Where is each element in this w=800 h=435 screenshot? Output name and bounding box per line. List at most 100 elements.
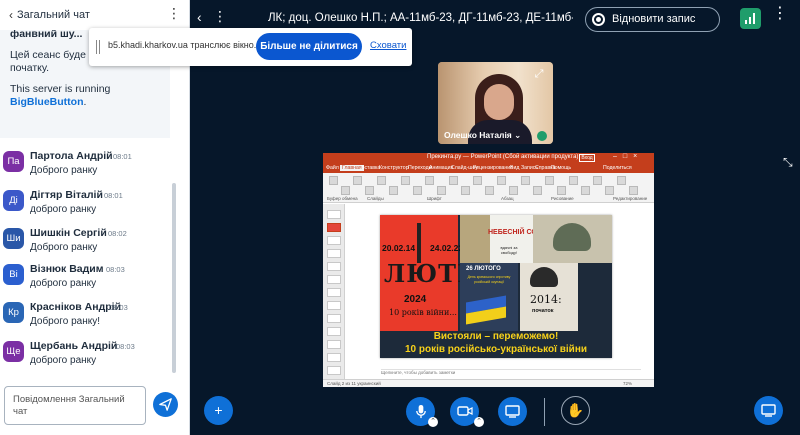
bottom-divider <box>544 398 545 426</box>
heavenly-hundred-image: НЕБЕСНІЙ СОТНІ вдячні за свободу! <box>460 215 548 263</box>
ppt-ribbon-button <box>617 176 626 185</box>
ppt-status-bar: Слайд 2 из 11 украинский 72% <box>323 379 654 387</box>
message-time: 08:02 <box>108 229 127 238</box>
ppt-tab: Анимация <box>429 165 454 171</box>
ppt-tab: Рецензирование <box>473 165 514 171</box>
message-author: Партола Андрій <box>30 150 113 162</box>
ppt-ribbon-tabs: Файл Главная Вставка Конструктор Переходы Ани… <box>323 164 654 173</box>
chat-scrollbar[interactable] <box>172 183 176 373</box>
ppt-zoom-level: 72% <box>623 381 633 386</box>
hide-banner-link[interactable]: Сховати <box>370 40 406 51</box>
raise-hand-button[interactable]: ✋ <box>561 396 590 425</box>
plus-icon: + <box>214 402 223 418</box>
ppt-window-title: Прекинта.ру — PowerPoint (Сбой активации… <box>427 154 579 160</box>
ppt-ribbon-group-label: Редактирование <box>613 196 648 201</box>
avatar[interactable]: Ще <box>3 341 24 362</box>
avatar[interactable]: Ши <box>3 228 24 249</box>
screen-share-icon <box>505 405 520 418</box>
ppt-tab: Конструктор <box>379 165 409 171</box>
year-2014-image: 2014: початок <box>520 263 578 331</box>
drag-handle-icon[interactable] <box>96 40 100 54</box>
stop-sharing-button[interactable]: Більше не ділитися <box>256 33 362 60</box>
ppt-slide-thumbnail <box>327 353 341 362</box>
ppt-ribbon-group-label: Слайды <box>367 196 384 201</box>
screen-share-banner: b5.khadi.kharkov.ua транслює вікно. Біль… <box>89 28 412 66</box>
chevron-left-icon[interactable]: ‹ <box>4 8 18 22</box>
avatar[interactable]: Кр <box>3 302 24 323</box>
ppt-titlebar: Прекинта.ру — PowerPoint (Сбой активации… <box>323 153 654 164</box>
welcome-server-text: This server is running <box>10 83 111 95</box>
avatar[interactable]: Ді <box>3 190 24 211</box>
heavenly-hundred-photo <box>460 215 490 263</box>
ppt-slide-thumbnail <box>327 366 341 375</box>
ppt-slide-thumbnail <box>327 288 341 297</box>
message-text: Доброго ранку! <box>30 316 100 327</box>
connection-status-icon[interactable] <box>740 8 761 29</box>
actions-button[interactable]: + <box>204 396 233 425</box>
ppt-ribbon-button <box>545 176 554 185</box>
message-text: Доброго ранку <box>30 242 98 253</box>
toggle-sidebar-icon[interactable]: ⋮ <box>213 8 227 25</box>
meeting-title: ЛК; доц. Олешко Н.П.; АА-11мб-23, ДГ-11м… <box>268 12 573 24</box>
ppt-ribbon-group-label: Шрифт <box>427 196 442 201</box>
ppt-tab: Файл <box>326 165 339 171</box>
message-author: Дігтяр Віталій <box>30 189 103 201</box>
presentation-slide: 20.02.14 24.02.22 ЛЮТИЙ 2024 10 років ві… <box>380 215 612 358</box>
message-author: Краснiков Андрiй <box>30 301 122 313</box>
record-icon <box>592 13 605 26</box>
bigbluebutton-link[interactable]: BigBlueButton <box>10 96 84 108</box>
message-author: Шишкін Сергій <box>30 227 107 239</box>
poster-year: 2024 <box>404 294 427 305</box>
pochatok-text: початок <box>532 308 554 314</box>
avatar[interactable]: Па <box>3 151 24 172</box>
chevron-up-icon[interactable]: ⌃ <box>474 417 484 427</box>
window-controls-icon: –□× <box>613 153 644 160</box>
slide-caption-line2: 10 років російсько-української війни <box>404 344 588 355</box>
message-time: 08:03 <box>109 303 128 312</box>
poster-date-left: 20.02.14 <box>382 243 416 253</box>
ppt-ribbon-button <box>449 176 458 185</box>
ppt-ribbon-button <box>329 176 338 185</box>
ppt-ribbon-button <box>533 186 542 195</box>
send-button[interactable] <box>153 392 178 417</box>
message-time: 08:01 <box>104 191 123 200</box>
ppt-ribbon-button <box>581 186 590 195</box>
ppt-ribbon-button <box>377 176 386 185</box>
ppt-ribbon-button <box>437 186 446 195</box>
ppt-ribbon-group-label: Буфер обмена <box>327 196 358 201</box>
resume-recording-button[interactable]: Відновити запис <box>585 7 720 32</box>
fullscreen-screen-icon[interactable]: ⤡ <box>783 155 793 170</box>
shared-screen: Прекинта.ру — PowerPoint (Сбой активации… <box>323 153 654 387</box>
chevron-up-icon[interactable]: ⌃ <box>428 417 438 427</box>
screen-share-button[interactable] <box>498 397 527 426</box>
avatar[interactable]: Ві <box>3 264 24 285</box>
send-icon <box>159 398 172 411</box>
ppt-ribbon-button <box>569 176 578 185</box>
webcam-name-text: Олешко Наталія <box>444 130 512 140</box>
crimea-date: 26 ЛЮТОГО <box>466 266 501 272</box>
chat-title: Загальний чат <box>17 9 90 21</box>
ppt-notes-pane: Щелкните, чтобы добавить заметки <box>381 369 641 377</box>
ppt-ribbon-group-label: Рисование <box>551 196 574 201</box>
raise-hand-icon: ✋ <box>566 402 585 418</box>
chat-message-input[interactable]: Повідомлення Загальний чат <box>4 386 146 425</box>
ppt-tab: Вид <box>510 165 520 171</box>
webcam-tile[interactable]: ⤢ Олешко Наталія ⌄ <box>438 62 553 144</box>
ppt-ribbon-button <box>521 176 530 185</box>
presentation-toggle-button[interactable] <box>754 396 783 425</box>
fullscreen-icon[interactable]: ⤢ <box>532 67 546 81</box>
ppt-tab: Поделиться <box>603 165 632 171</box>
poster-date-right: 24.02.22 <box>430 243 464 253</box>
helmet-shape-2 <box>530 267 558 287</box>
ppt-login-button: Вход <box>579 154 595 162</box>
webcam-user-name: Олешко Наталія ⌄ <box>444 130 522 140</box>
chevron-left-icon[interactable]: ‹ <box>197 9 202 25</box>
more-options-icon[interactable]: ⋮ <box>167 6 181 20</box>
ppt-slide-thumbnail <box>327 327 341 336</box>
options-menu-icon[interactable]: ⋮ <box>772 6 788 22</box>
ppt-slide-thumbnail <box>327 275 341 284</box>
message-time: 08:03 <box>116 342 135 351</box>
year-2014-text: 2014: <box>530 293 562 306</box>
chat-message: Па Партола Андрій 08:01 Доброго ранку <box>3 149 168 189</box>
ppt-slide-thumbnail <box>327 314 341 323</box>
